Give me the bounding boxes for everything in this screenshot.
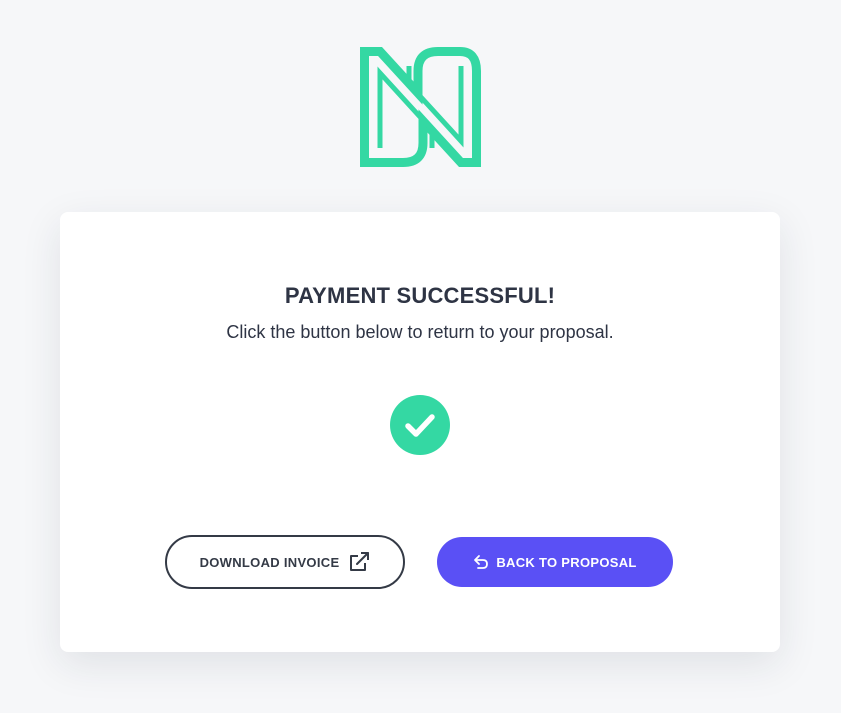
payment-result-card: PAYMENT SUCCESSFUL! Click the button bel… [60, 212, 780, 652]
external-link-icon [348, 551, 370, 573]
back-to-proposal-label: BACK TO PROPOSAL [496, 554, 637, 570]
undo-arrow-icon [473, 554, 489, 570]
instruction-text: Click the button below to return to your… [226, 322, 614, 342]
success-indicator [390, 395, 450, 455]
download-invoice-button[interactable]: DOWNLOAD INVOICE [165, 535, 405, 589]
monogram-n-logo-icon [360, 47, 481, 167]
page-title: PAYMENT SUCCESSFUL! [284, 283, 556, 308]
checkmark-circle-icon [405, 414, 435, 437]
download-invoice-label: DOWNLOAD INVOICE [199, 554, 340, 570]
back-to-proposal-button[interactable]: BACK TO PROPOSAL [437, 537, 673, 587]
brand-logo [360, 47, 481, 167]
